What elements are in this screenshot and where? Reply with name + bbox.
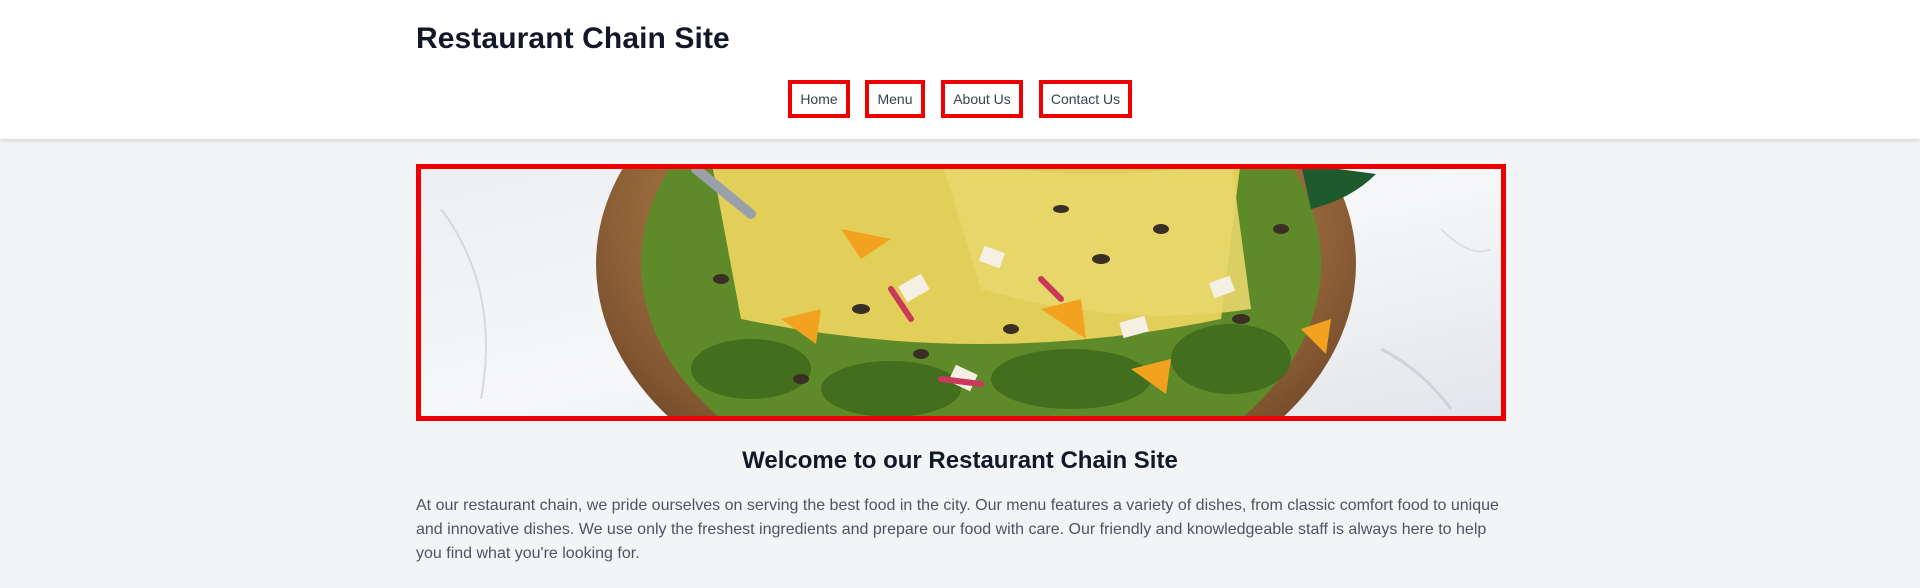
intro-paragraph: At our restaurant chain, we pride oursel… [416, 497, 1499, 562]
welcome-heading: Welcome to our Restaurant Chain Site [742, 447, 1178, 474]
main-nav: Home Menu About Us Contact Us [0, 80, 1920, 118]
nav-home-link[interactable]: Home [788, 80, 850, 118]
salad-bowl-photo [421, 169, 1501, 416]
nav-contact-us-link[interactable]: Contact Us [1039, 80, 1132, 118]
nav-menu-link[interactable]: Menu [865, 80, 925, 118]
nav-about-us-link[interactable]: About Us [941, 80, 1023, 118]
site-title: Restaurant Chain Site [416, 22, 730, 55]
site-header: Restaurant Chain Site Home Menu About Us… [0, 0, 1920, 139]
hero-image [416, 164, 1506, 421]
